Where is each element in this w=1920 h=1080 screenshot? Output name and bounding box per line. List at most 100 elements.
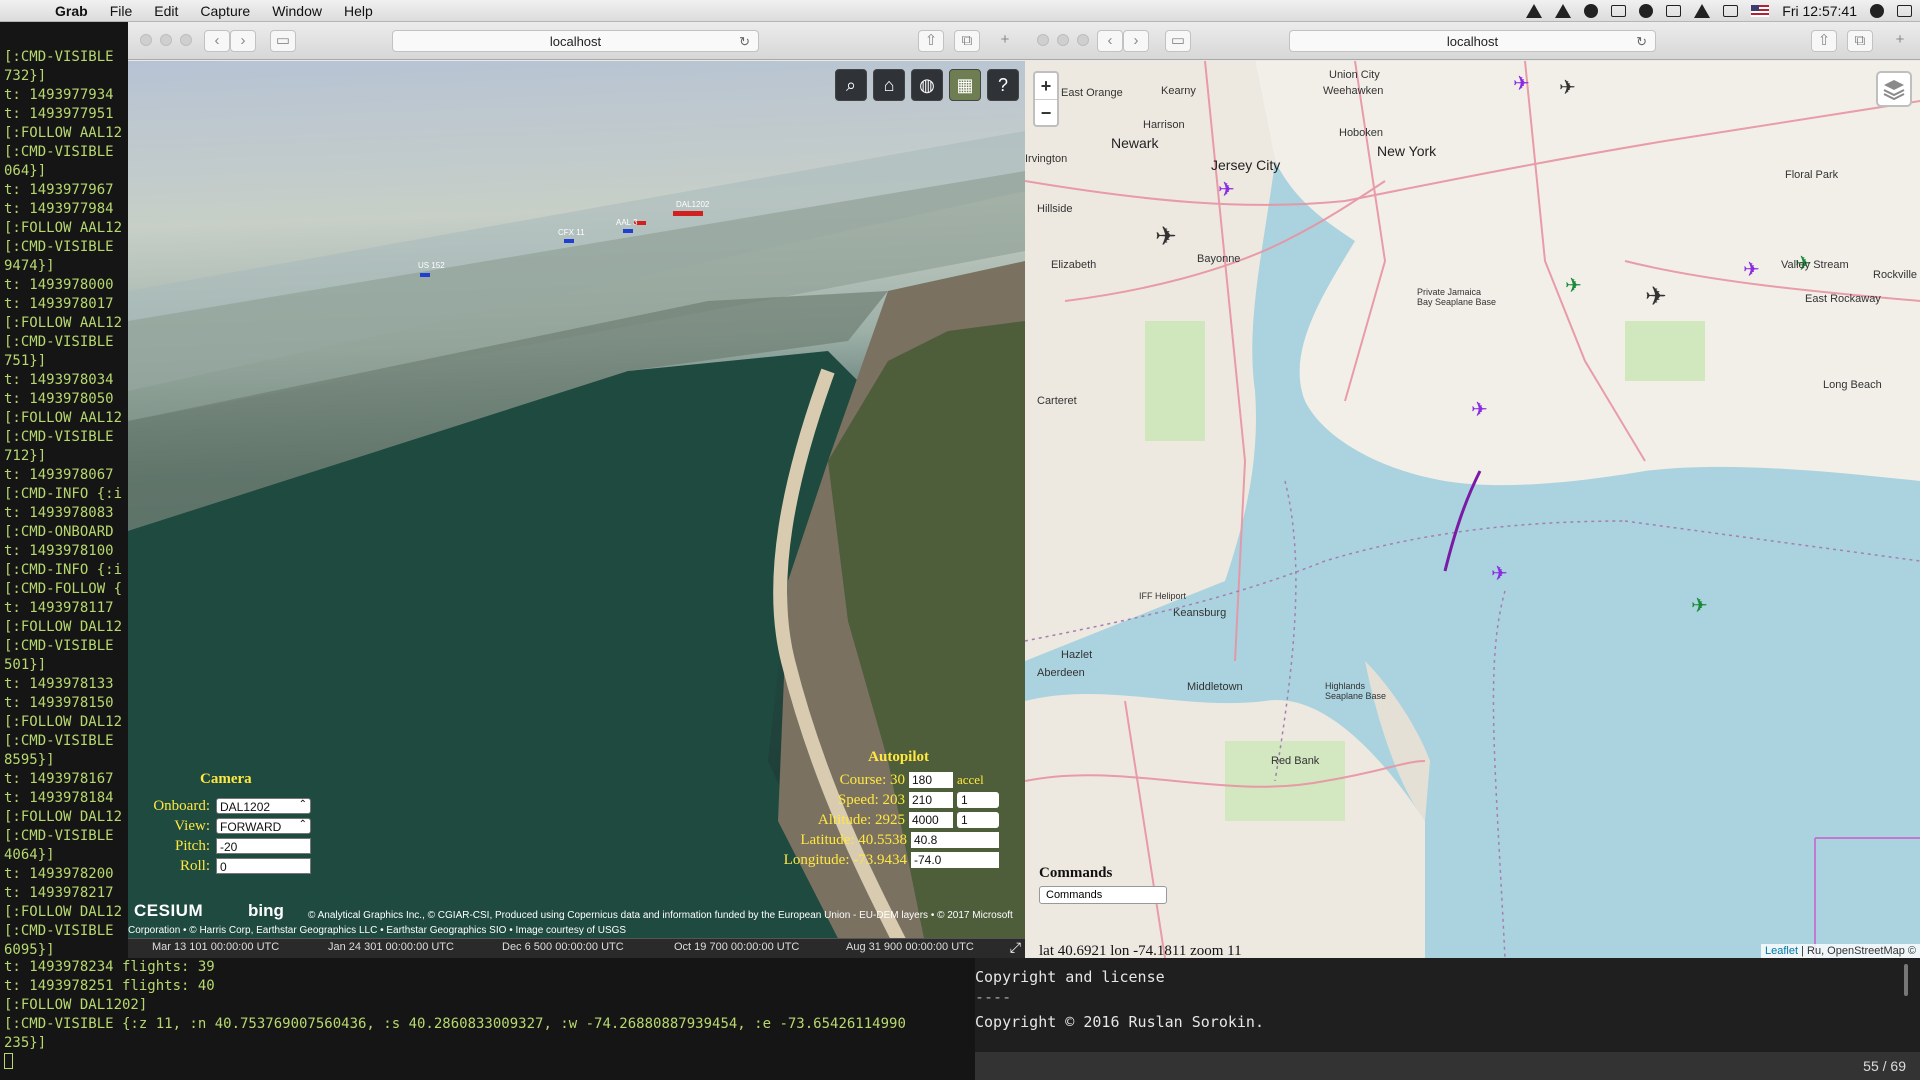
sidebar-button[interactable]: ▭ [1165,30,1191,52]
pitch-input[interactable]: -20 [216,838,311,854]
bing-logo[interactable]: bing [248,901,284,921]
layers-icon[interactable] [1876,71,1912,107]
leaflet-link[interactable]: Leaflet [1765,945,1798,957]
menu-app-name[interactable]: Grab [44,3,99,19]
menubar-clock[interactable]: Fri 12:57:41 [1782,3,1857,19]
view-select[interactable]: FORWARD [216,817,311,834]
flight-label: AAL 3 [616,218,638,227]
airport-cluster-icon[interactable]: ✈ [1645,281,1667,312]
zoom-button[interactable] [180,34,192,46]
longitude-input[interactable]: -74.0 [911,852,999,868]
cloud-icon[interactable] [1639,4,1654,18]
airplane-icon[interactable]: ✈ [1491,561,1508,586]
terminal-bottom-output[interactable]: t: 1493978234 flights: 39 t: 1493978251 f… [0,956,975,1080]
airplane-icon[interactable]: ✈ [1471,397,1488,422]
forward-button[interactable]: › [230,30,256,52]
zoom-in-button[interactable]: + [1035,73,1057,99]
reload-icon[interactable]: ↻ [1636,31,1647,52]
menu-help[interactable]: Help [333,3,384,19]
new-tab-button[interactable]: + [1887,30,1913,52]
roll-label: Roll: [179,857,210,874]
roll-input[interactable]: 0 [216,858,311,874]
tabs-button[interactable]: ⧉ [954,30,980,52]
search-icon[interactable]: ⌕ [835,69,867,101]
reload-icon[interactable]: ↻ [739,31,750,52]
flight-marker-red[interactable] [673,211,703,216]
speed-input[interactable]: 210 [909,792,953,808]
drive-icon[interactable] [1555,4,1572,18]
place-label: Hoboken [1339,127,1384,139]
window-controls [140,34,192,46]
terminal-line: [:FOLLOW DAL12 [4,904,123,920]
commands-select[interactable]: Commands [1039,886,1167,904]
flight-marker-blue[interactable] [564,239,574,243]
longitude-label: Longitude: -73.9434 [783,851,907,868]
address-bar[interactable]: localhost ↻ [1289,30,1656,52]
menu-window[interactable]: Window [261,3,333,19]
share-button[interactable]: ⇧ [918,30,944,52]
spotlight-icon[interactable] [1870,4,1884,18]
base-layer-icon[interactable]: ▦ [949,69,981,101]
flight-marker-blue[interactable] [420,273,430,277]
compass-icon[interactable] [1584,4,1599,18]
help-icon[interactable]: ? [987,69,1019,101]
menu-file[interactable]: File [99,3,144,19]
notification-center-icon[interactable] [1897,5,1912,17]
zoom-out-button[interactable]: − [1035,99,1057,125]
cesium-viewer[interactable]: US 152 CFX 11 AAL 3 DAL1202 ⌕ ⌂ ◍ ▦ ? Ca… [128,61,1025,958]
accel-label: accel [957,772,984,787]
us-flag-icon[interactable] [1751,5,1770,17]
terminal-line: t: 1493978067 [4,467,114,483]
menu-capture[interactable]: Capture [189,3,261,19]
zoom-button[interactable] [1077,34,1089,46]
airplane-icon[interactable]: ✈ [1691,593,1708,618]
cesium-logo[interactable]: CESIUM [134,901,203,921]
close-button[interactable] [1037,34,1049,46]
dropbox-icon[interactable] [1526,4,1543,18]
tabs-button[interactable]: ⧉ [1847,30,1873,52]
onboard-select[interactable]: DAL1202 [216,797,311,814]
share-button[interactable]: ⇧ [1811,30,1837,52]
sidebar-button[interactable]: ▭ [270,30,296,52]
terminal-line: 751}] [4,353,47,369]
airplane-icon[interactable]: ✈ [1559,75,1576,100]
new-tab-button[interactable]: + [992,30,1018,52]
wifi-icon[interactable] [1694,4,1711,18]
bluetooth-icon[interactable] [1666,5,1682,17]
airport-cluster-icon[interactable]: ✈ [1155,221,1177,252]
airplane-icon[interactable]: ✈ [1218,177,1235,202]
forward-button[interactable]: › [1123,30,1149,52]
back-button[interactable]: ‹ [204,30,230,52]
scrollbar[interactable] [1904,964,1908,996]
place-label: Long Beach [1823,379,1882,391]
speed-accel-stepper[interactable]: 1 [957,792,999,808]
document-pane[interactable]: Copyright and license ---- Copyright © 2… [975,958,1920,1080]
home-icon[interactable]: ⌂ [873,69,905,101]
minimize-button[interactable] [1057,34,1069,46]
display-icon[interactable] [1723,5,1739,17]
terminal-line: [:CMD-VISIBLE [4,144,114,160]
altitude-accel-stepper[interactable]: 1 [957,812,999,828]
course-input[interactable]: 180 [909,772,953,788]
airplane-icon[interactable]: ✈ [1513,71,1530,96]
back-button[interactable]: ‹ [1097,30,1123,52]
minimize-button[interactable] [160,34,172,46]
airplane-icon[interactable]: ✈ [1743,257,1760,282]
place-label: Hazlet [1061,649,1093,661]
leaflet-map[interactable]: ✈ ✈ ✈ ✈ ✈ ✈ ✈ ✈ ✈ ✈ ✈ East Orange Kearny… [1025,61,1920,958]
timeline-tick: Oct 19 700 00:00:00 UTC [674,941,800,953]
altitude-input[interactable]: 4000 [909,812,953,828]
close-button[interactable] [140,34,152,46]
fullscreen-icon[interactable]: ⤢ [1010,939,1021,956]
terminal-line: t: 1493978100 [4,543,114,559]
flight-marker-blue[interactable] [623,229,633,233]
terminal-window[interactable]: [:CMD-VISIBLE 732}] t: 1493977934 t: 149397… [0,22,130,1080]
latitude-input[interactable]: 40.8 [911,832,999,848]
airplane-icon[interactable]: ✈ [1565,273,1582,298]
lock-icon[interactable] [1611,5,1627,17]
timeline[interactable]: Mar 13 101 00:00:00 UTC Jan 24 301 00:00… [128,938,1025,958]
address-bar[interactable]: localhost ↻ [392,30,759,52]
globe-icon[interactable]: ◍ [911,69,943,101]
menu-edit[interactable]: Edit [143,3,189,19]
course-label: Course: 30 [839,771,905,788]
